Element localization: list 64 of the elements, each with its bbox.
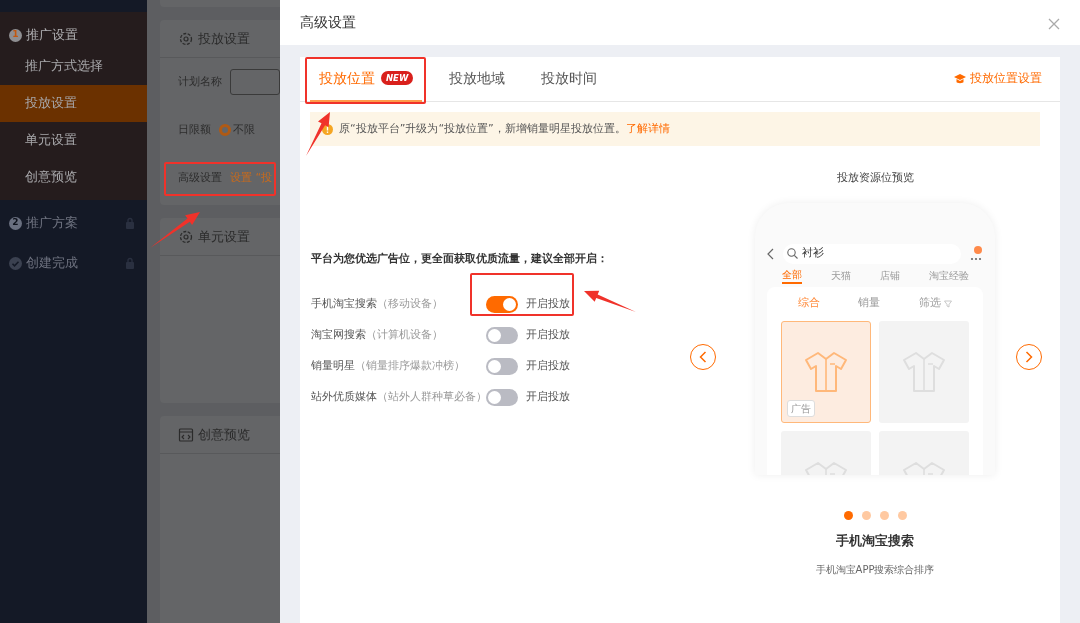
step-number: 1 — [9, 28, 22, 42]
phone-tab-label: 淘宝经验 — [928, 269, 969, 283]
chevron-left-icon — [699, 351, 707, 363]
carousel-dot[interactable] — [879, 510, 889, 520]
sidebar-item[interactable]: 单元设置 — [0, 122, 147, 159]
placement-name: 淘宝网搜索（计算机设备） — [311, 326, 444, 343]
toggle-label: 开启投放 — [526, 326, 570, 343]
placement-name: 站外优质媒体（站外人群种草必备） — [311, 388, 486, 405]
radio-button[interactable] — [219, 124, 231, 136]
sidebar-item[interactable]: 创意预览 — [0, 159, 147, 196]
next-button[interactable] — [1016, 344, 1042, 370]
toggle-label: 开启投放 — [526, 357, 570, 374]
sidebar-step[interactable]: 推广方案 — [26, 213, 78, 233]
carousel-dot[interactable] — [843, 510, 853, 520]
phone-tab-label: 全部 — [781, 267, 802, 284]
new-badge: NEW — [381, 70, 414, 86]
notice-text: 原“投放平台”升级为“投放位置”，新增销量明星投放位置。了解详情 — [339, 120, 670, 137]
sidebar-item[interactable]: 投放设置 — [0, 85, 147, 122]
gear-icon — [178, 228, 194, 245]
previous-button[interactable] — [690, 344, 716, 370]
toggle-switch[interactable] — [486, 357, 518, 375]
intro-text: 平台为您优选广告位，更全面获取优质流量，建议全部开启： — [311, 251, 609, 267]
search-query: 衬衫 — [802, 245, 824, 262]
preview-icon — [178, 426, 194, 443]
more-icon — [969, 245, 983, 262]
toggle-label: 开启投放 — [526, 388, 570, 405]
toggle-switch[interactable] — [486, 326, 518, 344]
check-icon — [9, 256, 22, 270]
chevron-right-icon — [1025, 351, 1033, 363]
sort-option: 销量 — [858, 295, 881, 312]
preview-description: 手机淘宝APP搜索综合排序 — [815, 563, 935, 578]
toggle-label: 开启投放 — [526, 295, 570, 312]
gear-icon — [178, 30, 194, 47]
sidebar-step[interactable]: 创建完成 — [26, 253, 78, 273]
toggle-switch[interactable] — [486, 295, 518, 313]
learn-more-link[interactable]: 了解详情 — [625, 121, 670, 135]
phone-tab-label: 天猫 — [830, 269, 851, 283]
preview-title: 投放资源位预览 — [836, 170, 914, 186]
tab[interactable]: 投放位置 NEW — [310, 56, 423, 102]
sort-option: 筛选 — [918, 295, 952, 312]
preview-caption: 手机淘宝搜索 — [836, 531, 914, 550]
sort-option: 综合 — [798, 295, 821, 312]
section-title: 投放设置 — [198, 29, 250, 48]
sidebar-item[interactable]: 推广方式选择 — [0, 48, 147, 85]
back-icon — [767, 247, 775, 260]
dialog-title: 高级设置 — [300, 13, 356, 32]
filter-icon — [943, 299, 952, 308]
section-title: 创意预览 — [198, 425, 250, 444]
carousel-dot[interactable] — [897, 510, 907, 520]
close-icon — [1048, 17, 1060, 30]
ad-tag: 广告 — [787, 399, 815, 417]
sidebar-step[interactable]: 推广设置 — [26, 25, 78, 45]
placement-name: 手机淘宝搜索（移动设备） — [311, 295, 444, 312]
tab[interactable]: 投放地域 — [440, 56, 515, 102]
placement-name: 销量明星（销量排序爆款冲榜） — [311, 357, 466, 374]
help-link[interactable]: 投放位置设置 — [954, 70, 1042, 88]
search-icon — [787, 248, 798, 259]
section-title: 单元设置 — [198, 227, 250, 246]
tab[interactable]: 投放时间 — [532, 56, 607, 102]
toggle-switch[interactable] — [486, 388, 518, 406]
carousel-dot[interactable] — [861, 510, 871, 520]
phone-tab-label: 店铺 — [879, 269, 900, 283]
graduation-cap-icon — [954, 73, 966, 85]
step-number: 2 — [9, 216, 22, 230]
